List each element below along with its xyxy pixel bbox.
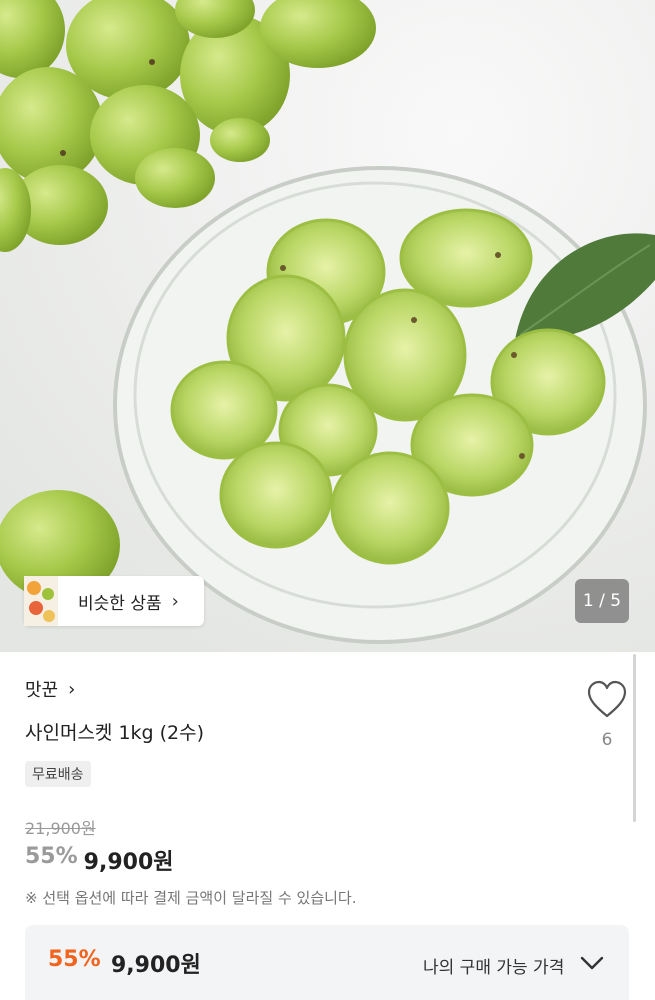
brand-link[interactable]: 맛꾼 › (25, 676, 75, 702)
product-image-gallery[interactable]: 비슷한 상품 › 1 / 5 (0, 0, 655, 652)
product-title: 사인머스켓 1kg (2수) (25, 722, 205, 744)
similar-products-thumbnail (24, 576, 58, 626)
sale-price: 9,900원 (83, 850, 174, 875)
my-price-panel[interactable]: 55% 9,900원 나의 구매 가능 가격 (25, 925, 629, 1000)
chevron-right-icon: › (171, 590, 179, 612)
like-count: 6 (601, 730, 613, 750)
similar-products-button[interactable]: 비슷한 상품 › (24, 576, 204, 626)
heart-outline-icon (587, 680, 627, 718)
my-price-discount: 55% (48, 947, 101, 972)
discount-percent: 55% (25, 844, 78, 869)
my-price-label: 나의 구매 가능 가격 (423, 958, 565, 978)
chevron-down-icon (580, 955, 604, 975)
chevron-right-icon: › (68, 678, 76, 700)
price-notice: ※ 선택 옵션에 따라 결제 금액이 달라질 수 있습니다. (25, 889, 357, 907)
wishlist-button[interactable] (586, 680, 628, 720)
scroll-indicator[interactable] (633, 654, 636, 822)
image-counter: 1 / 5 (575, 579, 629, 623)
original-price: 21,900원 (25, 819, 96, 838)
free-shipping-badge: 무료배송 (25, 761, 91, 787)
brand-name: 맛꾼 (25, 680, 59, 701)
product-photo (0, 0, 655, 652)
my-price-amount: 9,900원 (111, 953, 201, 978)
sale-price-row: 55% 9,900원 (25, 844, 174, 876)
similar-products-label: 비슷한 상품 (78, 593, 162, 614)
